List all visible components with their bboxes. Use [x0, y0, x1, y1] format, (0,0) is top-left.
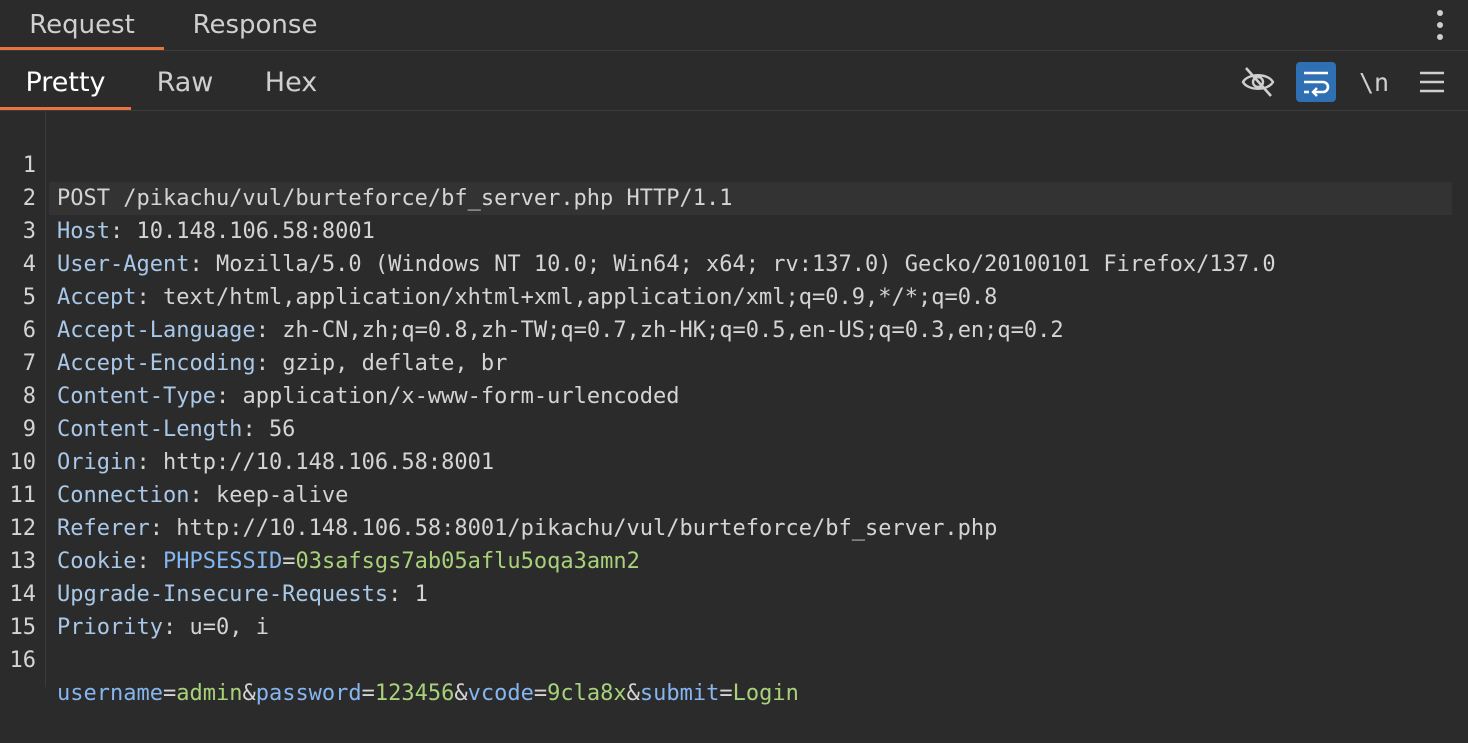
param-value: Login [732, 681, 799, 706]
header-line: 11 Referer: http://10.148.106.58:8001/pi… [0, 446, 1468, 541]
newline-icon[interactable]: \n [1354, 62, 1394, 102]
param-key: vcode [467, 681, 534, 706]
header-line: 12 Cookie: PHPSESSID=03safsgs7ab05aflu5o… [0, 479, 1468, 574]
view-tabs: Pretty Raw Hex \n [0, 51, 1468, 111]
param-value: 9cla8x [547, 681, 627, 706]
header-line: 9 Origin: http://10.148.106.58:8001 [0, 380, 1468, 475]
message-tabs: Request Response [0, 0, 1468, 51]
menu-icon[interactable] [1412, 62, 1452, 102]
header-line: 2 Host: 10.148.106.58:8001 [0, 149, 1468, 244]
header-line: 7 Content-Type: application/x-www-form-u… [0, 314, 1468, 409]
tab-pretty[interactable]: Pretty [0, 51, 131, 110]
param-key: password [255, 681, 362, 706]
tab-request[interactable]: Request [0, 0, 164, 50]
header-line: 13 Upgrade-Insecure-Requests: 1 [0, 512, 1468, 607]
header-line: 14 Priority: u=0, i [0, 545, 1468, 640]
request-editor[interactable]: 1 POST /pikachu/vul/burteforce/bf_server… [0, 111, 1468, 706]
line-number: 16 [9, 648, 37, 673]
tab-raw[interactable]: Raw [140, 51, 230, 110]
param-key: username [57, 681, 163, 706]
header-line: 4 Accept: text/html,application/xhtml+xm… [0, 215, 1468, 310]
header-line: 5 Accept-Language: zh-CN,zh;q=0.8,zh-TW;… [0, 248, 1468, 343]
param-value: admin [176, 681, 243, 706]
hide-icon[interactable] [1238, 62, 1278, 102]
param-key: submit [639, 681, 720, 706]
header-line: 8 Content-Length: 56 [0, 347, 1468, 442]
word-wrap-icon[interactable] [1296, 62, 1336, 102]
blank-line: 15 [0, 578, 1468, 640]
param-value: 123456 [374, 681, 455, 706]
header-line: 10 Connection: keep-alive [0, 413, 1468, 508]
tab-response[interactable]: Response [170, 0, 340, 50]
more-vertical-icon[interactable] [1428, 8, 1452, 42]
header-line: 3 User-Agent: Mozilla/5.0 (Windows NT 10… [0, 182, 1468, 277]
body-line: 16 username=admin&password=123456&vcode=… [0, 611, 1468, 706]
tab-hex[interactable]: Hex [248, 51, 334, 110]
request-line: 1 POST /pikachu/vul/burteforce/bf_server… [0, 116, 1468, 215]
header-line: 6 Accept-Encoding: gzip, deflate, br [0, 281, 1468, 376]
